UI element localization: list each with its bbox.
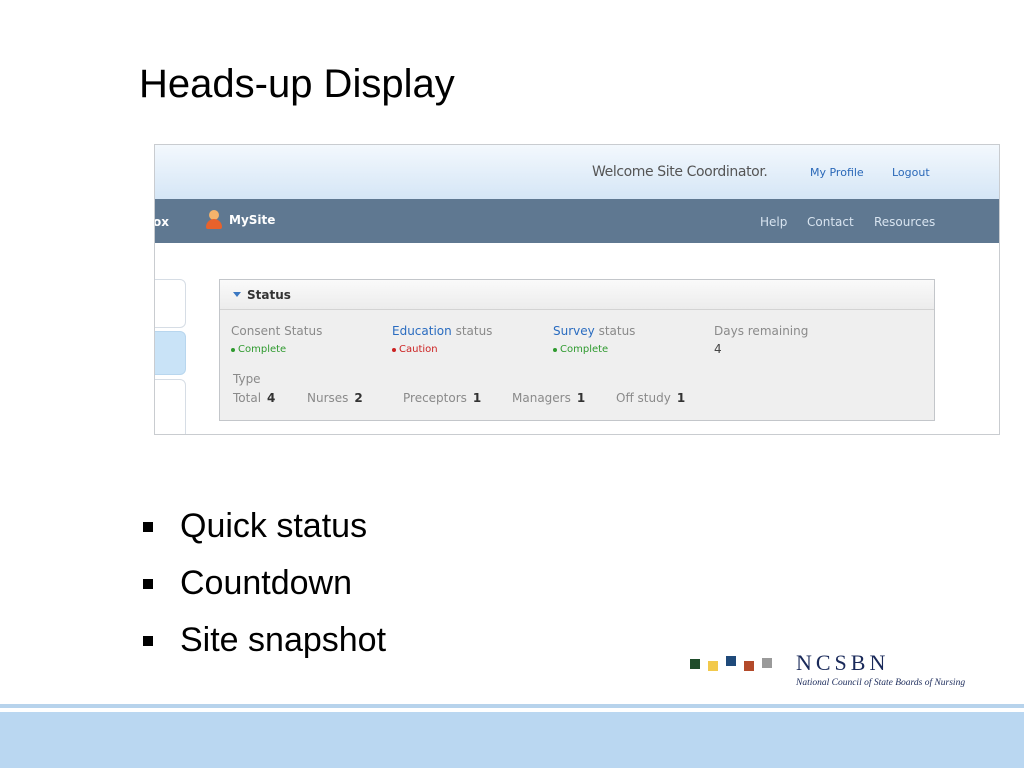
my-profile-link[interactable]: My Profile (810, 166, 864, 179)
education-status-label: Education status (392, 324, 493, 338)
bullet-item: Quick status (140, 498, 386, 555)
bullet-square-icon (143, 578, 153, 589)
status-dot-icon (553, 347, 557, 352)
side-tab[interactable] (155, 279, 186, 328)
bullet-item: Countdown (140, 555, 386, 612)
logo-squares (690, 656, 772, 671)
survey-status-value: Complete (553, 344, 635, 355)
ncsbn-logo: NCSBN National Council of State Boards o… (690, 650, 980, 692)
type-count-preceptors: Preceptors 1 (403, 391, 482, 405)
footer-line (0, 704, 1024, 708)
logo-square-icon (726, 656, 736, 666)
nav-item-mysite-label: MySite (229, 213, 276, 227)
status-dot-icon (392, 347, 396, 352)
logout-link[interactable]: Logout (892, 166, 930, 179)
logo-subtitle: National Council of State Boards of Nurs… (796, 678, 966, 688)
education-status: Education status Caution (392, 324, 492, 355)
days-remaining: Days remaining 4 (714, 324, 808, 356)
type-label: Type (233, 372, 261, 386)
help-link[interactable]: Help (760, 215, 787, 229)
logo-square-icon (708, 661, 718, 671)
type-count-managers: Managers 1 (512, 391, 586, 405)
consent-status: Consent Status Complete (231, 324, 322, 355)
bullet-item: Site snapshot (140, 612, 386, 669)
type-count-nurses: Nurses 2 (307, 391, 363, 405)
education-link[interactable]: Education (392, 324, 452, 338)
status-dot-icon (231, 347, 235, 352)
user-icon (205, 210, 223, 230)
nav-item-mysite[interactable]: MySite (205, 210, 275, 230)
app-nav-bar: ox MySite Help Contact Resources (155, 199, 999, 243)
footer-band (0, 712, 1024, 768)
type-count-total: Total 4 (233, 391, 276, 405)
slide-title: Heads-up Display (139, 62, 455, 106)
logo-wordmark: NCSBN (796, 650, 890, 675)
survey-status-label: Survey status (553, 324, 636, 338)
type-count-off-study: Off study 1 (616, 391, 686, 405)
days-remaining-label: Days remaining (714, 324, 809, 338)
education-status-value: Caution (392, 344, 492, 355)
nav-item-truncated[interactable]: ox (155, 215, 169, 229)
bullet-list: Quick status Countdown Site snapshot (140, 498, 386, 669)
bullet-square-icon (143, 635, 153, 646)
welcome-text: Welcome Site Coordinator. (592, 164, 768, 180)
app-top-bar: Welcome Site Coordinator. My Profile Log… (155, 145, 999, 199)
logo-square-icon (744, 661, 754, 671)
side-tab-active[interactable] (155, 331, 186, 375)
side-tab[interactable] (155, 379, 186, 434)
consent-status-label: Consent Status (231, 324, 323, 338)
status-panel-header[interactable]: Status (220, 280, 934, 310)
app-screenshot: Welcome Site Coordinator. My Profile Log… (154, 144, 1000, 435)
resources-link[interactable]: Resources (874, 215, 935, 229)
survey-link[interactable]: Survey (553, 324, 595, 338)
collapse-caret-icon[interactable] (233, 292, 241, 297)
contact-link[interactable]: Contact (807, 215, 854, 229)
logo-square-icon (762, 658, 772, 668)
consent-status-value: Complete (231, 344, 322, 355)
days-remaining-value: 4 (714, 342, 722, 356)
survey-status: Survey status Complete (553, 324, 635, 355)
status-panel-title: Status (247, 287, 291, 302)
logo-square-icon (690, 659, 700, 669)
bullet-square-icon (143, 521, 153, 532)
status-panel: Status Consent Status Complete Education… (219, 279, 935, 421)
